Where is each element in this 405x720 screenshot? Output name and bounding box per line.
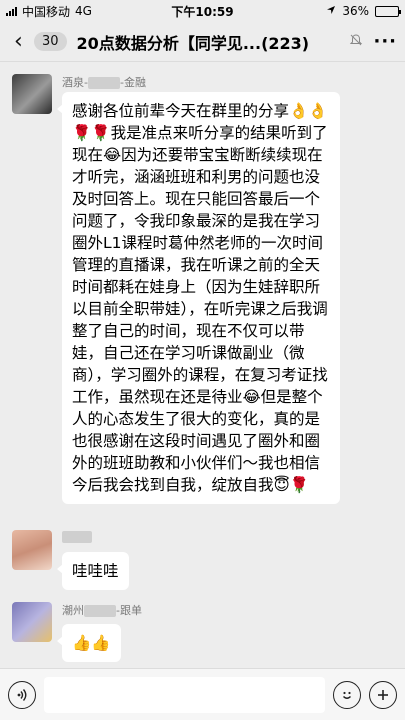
message-input-bar [0, 668, 405, 720]
voice-toggle-icon[interactable] [8, 680, 36, 709]
message-bubble[interactable]: 哇哇哇 [57, 552, 129, 590]
sender-name [62, 530, 92, 543]
redacted-block [87, 77, 120, 89]
message-input[interactable] [44, 676, 325, 713]
location-icon [326, 4, 336, 18]
mute-bell-icon [349, 32, 363, 51]
status-left: 中国移动 4G [6, 3, 92, 20]
redacted-block [62, 531, 92, 543]
network-label: 4G [75, 4, 92, 18]
back-chevron-icon[interactable]: ‹ [14, 29, 34, 54]
sender-name: 潮州 -跟单 [62, 604, 142, 617]
group-name: 20点数据分析【同学见... [76, 33, 262, 53]
status-right: 36% [326, 4, 401, 18]
message-bubble[interactable]: 感谢各位前辈今天在群里的分享👌👌🌹🌹我是准点来听分享的结果听到了现在😂因为还要带… [57, 92, 340, 504]
more-options-icon[interactable]: ··· [363, 31, 397, 52]
avatar[interactable] [12, 530, 52, 570]
carrier-label: 中国移动 [22, 4, 71, 19]
avatar[interactable] [12, 602, 52, 642]
chat-title[interactable]: 20点数据分析【同学见...(223) [77, 30, 345, 54]
message-bubble[interactable]: 👍👍 [57, 624, 121, 662]
battery-icon [375, 5, 401, 17]
signal-icon [6, 6, 17, 16]
member-count: (223) [261, 33, 310, 53]
status-bar: 中国移动 4G 下午10:59 36% [0, 0, 405, 22]
message-list[interactable]: 酒泉- -金融 感谢各位前辈今天在群里的分享👌👌🌹🌹我是准点来听分享的结果听到了现… [0, 62, 405, 668]
sender-name: 酒泉- -金融 [62, 76, 146, 89]
add-plus-icon[interactable] [369, 680, 397, 709]
chat-nav-bar: ‹ 30 20点数据分析【同学见...(223) ··· [0, 22, 405, 62]
battery-percent: 36% [342, 4, 369, 18]
unread-count-badge[interactable]: 30 [34, 32, 67, 51]
avatar[interactable] [12, 74, 52, 114]
emoji-icon[interactable] [333, 680, 361, 709]
redacted-block [84, 605, 116, 617]
